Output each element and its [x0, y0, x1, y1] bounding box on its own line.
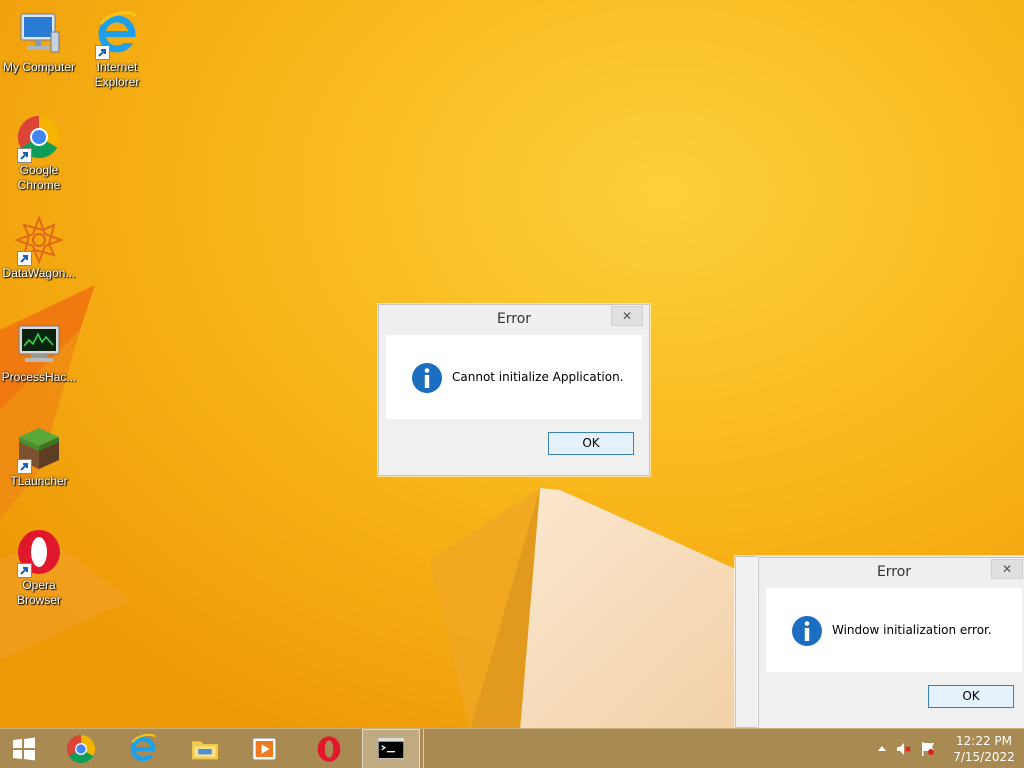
shortcut-arrow-icon — [17, 563, 32, 578]
desktop-icon-label: Internet — [96, 60, 138, 74]
error-dialog-window: Error ✕ Window initialization error. OK — [758, 557, 1024, 729]
chevron-up-icon — [878, 746, 886, 751]
desktop-icon-label: DataWagon... — [2, 266, 76, 280]
dialog-titlebar[interactable]: Error ✕ — [379, 305, 649, 335]
chrome-icon — [67, 735, 96, 764]
action-center-flag-icon — [922, 742, 934, 756]
media-player-icon — [252, 738, 276, 760]
desktop-icon-processhacker[interactable]: ProcessHac... — [0, 320, 78, 385]
info-icon — [792, 616, 822, 646]
file-explorer-icon — [191, 740, 219, 760]
close-button[interactable]: ✕ — [611, 306, 643, 326]
action-center-button[interactable] — [920, 741, 936, 757]
desktop-icon-my-computer[interactable]: My Computer — [0, 10, 78, 75]
dialog-footer: OK — [766, 672, 1022, 722]
dialog-message: Cannot initialize Application. — [452, 370, 624, 384]
internet-explorer-icon — [130, 733, 156, 762]
desktop-icon-tlauncher[interactable]: TLauncher — [0, 424, 78, 489]
computer-icon — [20, 13, 60, 53]
desktop-icon-label: My Computer — [2, 60, 76, 74]
ok-button[interactable]: OK — [548, 432, 634, 455]
dialog-body: Window initialization error. — [766, 588, 1022, 672]
clock-time: 12:22 PM — [956, 734, 1012, 748]
taskbar: 12:22 PM 7/15/2022 — [0, 728, 1024, 768]
speaker-muted-icon — [897, 743, 911, 755]
taskbar-stack-edge — [420, 729, 424, 768]
clock-date: 7/15/2022 — [953, 750, 1015, 764]
taskbar-file-explorer[interactable] — [176, 729, 234, 768]
shortcut-arrow-icon — [17, 459, 32, 474]
desktop-icon-datawagon[interactable]: DataWagon... — [0, 216, 78, 281]
dialog-footer: OK — [386, 419, 642, 469]
desktop-icon-label: Google — [19, 163, 59, 177]
desktop-icon-internet-explorer[interactable]: Internet Explorer — [78, 10, 156, 90]
desktop-icon-label: ProcessHac... — [1, 370, 77, 384]
desktop-icon-google-chrome[interactable]: Google Chrome — [0, 113, 78, 193]
taskbar-opera[interactable] — [300, 729, 358, 768]
close-button[interactable]: ✕ — [991, 559, 1023, 579]
desktop-icon-opera[interactable]: Opera Browser — [0, 528, 78, 608]
taskbar-command-prompt[interactable] — [362, 729, 420, 768]
start-button[interactable] — [0, 729, 48, 768]
command-prompt-icon — [378, 738, 404, 759]
desktop-icon-label: Opera — [22, 578, 56, 592]
dialog-message: Window initialization error. — [832, 623, 992, 637]
taskbar-chrome[interactable] — [52, 729, 110, 768]
shortcut-arrow-icon — [17, 251, 32, 266]
dialog-titlebar[interactable]: Error ✕ — [759, 558, 1024, 588]
ok-button[interactable]: OK — [928, 685, 1014, 708]
process-hacker-icon — [18, 325, 60, 362]
desktop-icon-label: Explorer — [94, 75, 140, 89]
show-hidden-icons-button[interactable] — [874, 741, 890, 757]
desktop-icon-label: Chrome — [17, 178, 61, 192]
error-dialog-application: Error ✕ Cannot initialize Application. O… — [378, 304, 650, 476]
shortcut-arrow-icon — [95, 45, 110, 60]
dialog-body: Cannot initialize Application. — [386, 335, 642, 419]
taskbar-internet-explorer[interactable] — [114, 729, 172, 768]
dialog-title: Error — [496, 311, 532, 327]
desktop-icon-label: Browser — [16, 593, 61, 607]
shortcut-arrow-icon — [17, 148, 32, 163]
opera-icon — [317, 736, 341, 762]
taskbar-media-player[interactable] — [236, 729, 294, 768]
info-icon — [412, 363, 442, 393]
desktop-icon-label: TLauncher — [10, 474, 68, 488]
desktop: My Computer Internet Explorer Google Chr… — [0, 0, 1024, 768]
volume-button[interactable] — [896, 741, 912, 757]
dialog-title: Error — [876, 564, 912, 580]
clock[interactable]: 12:22 PM 7/15/2022 — [948, 733, 1020, 765]
start-icon — [13, 737, 35, 761]
